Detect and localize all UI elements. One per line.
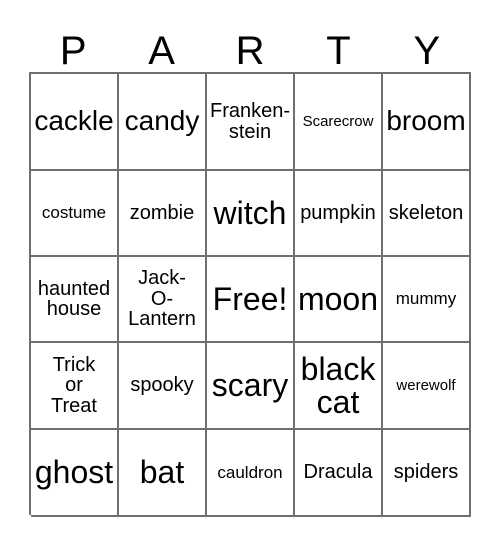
bingo-cell-label: spiders [393,461,459,484]
bingo-cell-label: bat [139,454,185,491]
bingo-cell-label: cackle [34,105,114,137]
bingo-cell[interactable]: broom [383,74,471,171]
bingo-header-letters: P A R T Y [29,22,471,72]
bingo-cell-label: Free! [212,280,288,317]
bingo-cell[interactable]: cauldron [207,430,295,517]
bingo-cell-label: cauldron [217,462,283,482]
bingo-cell-label: mummy [395,289,457,309]
bingo-cell-label: ghost [34,454,114,491]
header-letter-y: Y [413,29,441,73]
bingo-cell-label: moon [297,280,379,317]
bingo-cell[interactable]: Franken- stein [207,74,295,171]
header-letter-p: P [59,29,87,73]
bingo-cell[interactable]: Trick or Treat [31,343,119,430]
bingo-cell[interactable]: Jack- O- Lantern [119,257,207,343]
bingo-cell-label: Franken- stein [209,100,291,143]
bingo-cell[interactable]: bat [119,430,207,517]
bingo-cell[interactable]: witch [207,171,295,257]
bingo-cell-label: zombie [129,201,195,224]
bingo-cell-label: costume [41,203,107,223]
bingo-cell[interactable]: Scarecrow [295,74,383,171]
bingo-cell[interactable]: Free! [207,257,295,343]
bingo-cell[interactable]: werewolf [383,343,471,430]
bingo-cell[interactable]: ghost [31,430,119,517]
bingo-cell-label: haunted house [37,277,111,320]
bingo-cell[interactable]: spooky [119,343,207,430]
bingo-cell[interactable]: Dracula [295,430,383,517]
bingo-cell[interactable]: black cat [295,343,383,430]
bingo-cell-label: Dracula [303,461,373,484]
bingo-card: P A R T Y cackle candy Franken- stein Scare… [0,0,500,544]
header-letter-a: A [148,29,175,73]
bingo-cell[interactable]: haunted house [31,257,119,343]
bingo-cell[interactable]: cackle [31,74,119,171]
bingo-cell-label: Trick or Treat [51,353,97,417]
bingo-cell[interactable]: zombie [119,171,207,257]
bingo-cell-label: scary [211,367,289,404]
bingo-cell-label: Scarecrow [302,112,374,130]
bingo-cell-label: candy [124,105,200,137]
bingo-cell[interactable]: scary [207,343,295,430]
bingo-cell[interactable]: mummy [383,257,471,343]
bingo-cell-label: skeleton [388,201,464,224]
bingo-cell-label: spooky [130,374,194,397]
bingo-cell-label: werewolf [396,376,456,394]
bingo-cell-label: black cat [300,350,376,420]
bingo-cell[interactable]: candy [119,74,207,171]
bingo-cell-label: broom [386,105,466,137]
header-letter-r: R [235,29,265,73]
bingo-cell-label: pumpkin [300,201,376,224]
bingo-cell[interactable]: skeleton [383,171,471,257]
bingo-cell[interactable]: moon [295,257,383,343]
bingo-cell-label: witch [213,194,287,231]
bingo-grid: cackle candy Franken- stein Scarecrow broom c… [29,72,471,517]
header-letter-t: T [326,29,351,73]
bingo-cell[interactable]: costume [31,171,119,257]
bingo-cell[interactable]: spiders [383,430,471,517]
bingo-cell[interactable]: pumpkin [295,171,383,257]
bingo-cell-label: Jack- O- Lantern [128,267,196,331]
